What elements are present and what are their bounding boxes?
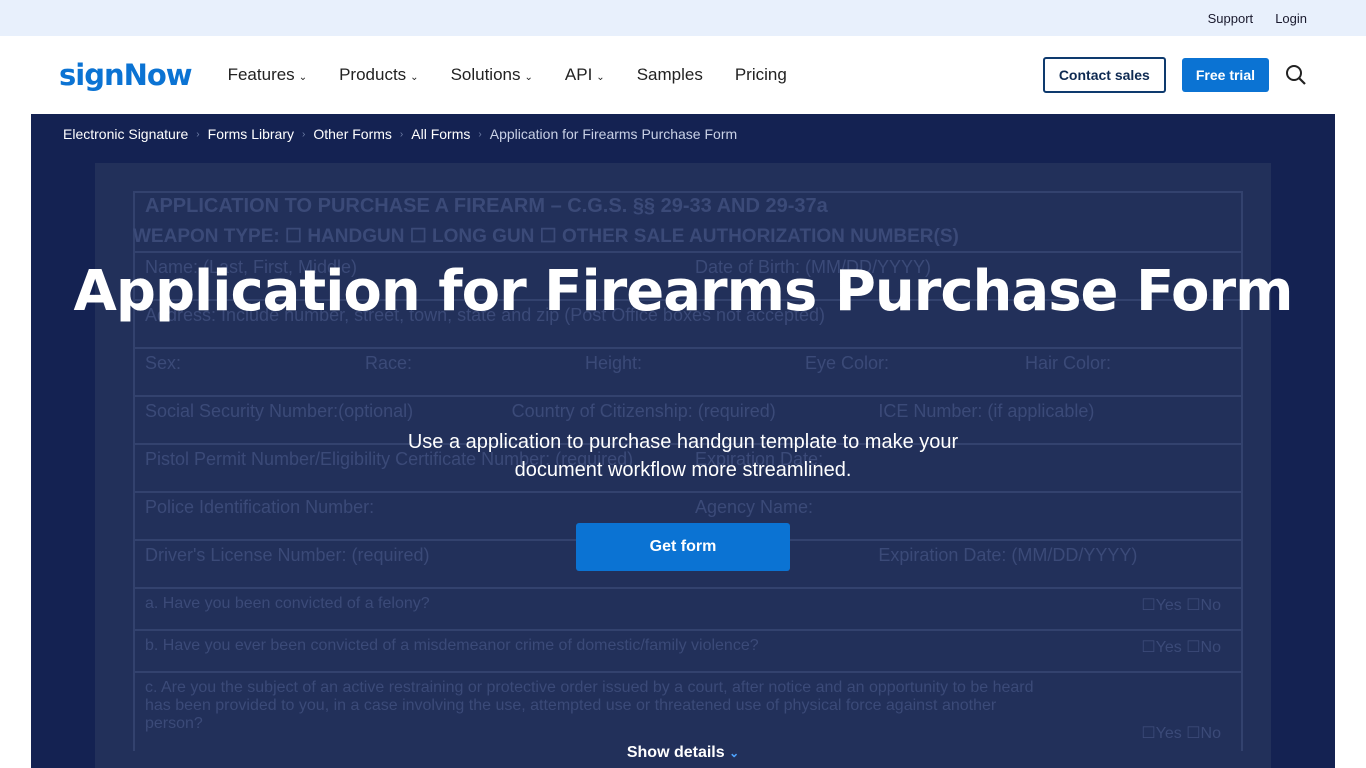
page-title: Application for Firearms Purchase Form xyxy=(73,259,1294,324)
nav-item-products[interactable]: Products ⌄ xyxy=(339,65,418,85)
breadcrumb-separator: › xyxy=(399,129,404,140)
chevron-down-icon: ⌄ xyxy=(596,72,605,83)
contact-sales-button[interactable]: Contact sales xyxy=(1042,57,1166,93)
nav-item-api[interactable]: API ⌄ xyxy=(565,65,605,85)
breadcrumb-link[interactable]: Electronic Signature xyxy=(63,126,188,144)
breadcrumb-separator: › xyxy=(302,129,306,140)
hero-section: Electronic Signature › Forms Library › Other… xyxy=(31,114,1335,768)
main-nav: signNow Features ⌄ Products ⌄ Solutions ⌄ API ⌄… xyxy=(0,36,1366,114)
get-form-button[interactable]: Get form xyxy=(576,523,790,571)
nav-item-label: Products xyxy=(339,65,407,84)
page-subtitle: Use a application to purchase handgun te… xyxy=(407,431,959,481)
nav-item-solutions[interactable]: Solutions ⌄ xyxy=(451,65,533,85)
breadcrumb-link[interactable]: Other Forms xyxy=(313,126,392,144)
search-icon[interactable] xyxy=(1285,64,1307,86)
chevron-down-icon: ⌄ xyxy=(524,72,533,83)
signnow-logo[interactable]: signNow xyxy=(59,58,193,92)
nav-item-label: Features xyxy=(227,65,295,84)
nav-menu: Features ⌄ Products ⌄ Solutions ⌄ API ⌄ Samples P… xyxy=(228,65,787,85)
chevron-down-icon: ⌄ xyxy=(298,72,308,83)
show-details-toggle[interactable]: Show details ⌄ xyxy=(31,744,1335,762)
nav-item-pricing[interactable]: Pricing xyxy=(735,65,787,85)
nav-item-features[interactable]: Features ⌄ xyxy=(228,65,307,85)
breadcrumb: Electronic Signature › Forms Library › Other… xyxy=(63,126,737,144)
nav-item-label: API xyxy=(564,65,593,84)
show-details-label: Show details xyxy=(626,744,725,761)
nav-item-label: Solutions xyxy=(450,65,521,84)
nav-item-label: Pricing xyxy=(734,65,787,84)
breadcrumb-current: Application for Firearms Purchase Form xyxy=(489,126,738,142)
nav-item-samples[interactable]: Samples xyxy=(637,65,703,85)
free-trial-button[interactable]: Free trial xyxy=(1181,58,1269,92)
breadcrumb-link[interactable]: Forms Library xyxy=(208,126,294,144)
support-link[interactable]: Support xyxy=(1208,11,1254,26)
chevron-down-icon: ⌄ xyxy=(729,746,740,760)
login-link[interactable]: Login xyxy=(1275,11,1307,26)
nav-item-label: Samples xyxy=(636,65,703,84)
breadcrumb-link[interactable]: All Forms xyxy=(411,126,470,144)
chevron-down-icon: ⌄ xyxy=(410,72,419,83)
breadcrumb-separator: › xyxy=(478,129,482,140)
breadcrumb-separator: › xyxy=(196,129,200,140)
top-utility-bar: Support Login xyxy=(0,0,1366,36)
